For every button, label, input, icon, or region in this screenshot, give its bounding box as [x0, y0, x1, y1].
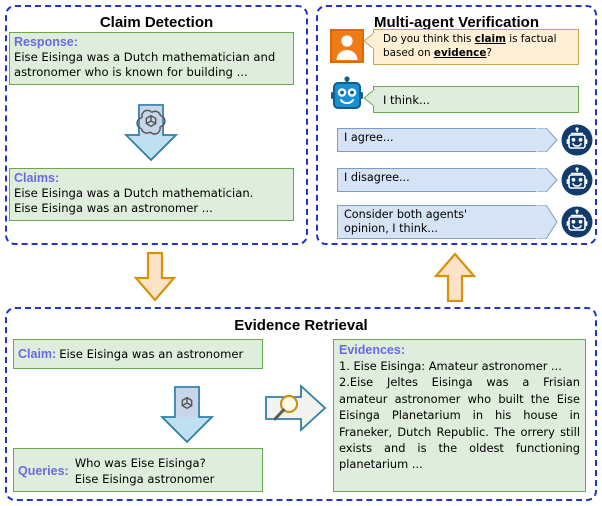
- question-prefix: Do you think this: [383, 33, 475, 45]
- response-box: Response: Eise Eisinga was a Dutch mathe…: [9, 32, 294, 85]
- evidence-retrieval-title: Evidence Retrieval: [234, 317, 368, 334]
- claims-box: Claims: Eise Eisinga was a Dutch mathema…: [9, 168, 294, 221]
- question-keyword-claim: claim: [474, 33, 506, 45]
- queries-label: Queries:: [18, 464, 69, 478]
- bubble-tail-icon: [363, 89, 375, 107]
- robot-circle-icon: [561, 124, 593, 156]
- robot-circle-icon: [561, 164, 593, 196]
- bubble-tail-icon: [536, 128, 558, 152]
- robot-avatar-icon: [327, 76, 367, 114]
- claims-label: Claims:: [14, 171, 60, 185]
- claims-text: Eise Eisinga was a Dutch mathematician. …: [14, 186, 254, 215]
- evidences-label: Evidences:: [339, 343, 406, 357]
- agent-text: I disagree...: [344, 171, 410, 184]
- agent-bubble: Consider both agents' opinion, I think..…: [337, 205, 537, 239]
- agent-text: I agree...: [344, 131, 394, 144]
- response-text: Eise Eisinga was a Dutch mathematician a…: [14, 50, 276, 79]
- claim-label: Claim:: [18, 347, 57, 361]
- openai-logo-icon: [119, 104, 183, 162]
- evidences-box: Evidences: 1. Eise Eisinga: Amateur astr…: [333, 339, 586, 492]
- evidence-item-2: 2.Eise Jeltes Eisinga was a Frisian amat…: [339, 375, 580, 472]
- question-suffix: ?: [486, 47, 492, 59]
- bubble-tail-icon: [536, 205, 558, 239]
- openai-logo-icon: [155, 386, 219, 444]
- claim-box: Claim: Eise Eisinga was an astronomer: [13, 339, 263, 369]
- magnifier-icon: [265, 383, 327, 433]
- agent-text: Consider both agents' opinion, I think..…: [344, 208, 468, 235]
- arrow-down-icon: [134, 252, 176, 302]
- claim-text: Eise Eisinga was an astronomer: [59, 347, 244, 361]
- bubble-tail-icon: [363, 32, 375, 50]
- bubble-tail-icon: [536, 168, 558, 192]
- evidence-item-1: 1. Eise Eisinga: Amateur astronomer ...: [339, 359, 562, 373]
- think-text: I think...: [383, 93, 430, 107]
- user-avatar-icon: [330, 29, 364, 63]
- queries-text: Who was Eise Eisinga? Eise Eisinga astro…: [74, 456, 215, 486]
- queries-box: Queries: Who was Eise Eisinga? Eise Eisi…: [13, 448, 263, 492]
- think-bubble: I think...: [363, 86, 579, 113]
- question-bubble: Do you think this claim is factual based…: [363, 29, 579, 65]
- claim-detection-title: Claim Detection: [99, 14, 214, 31]
- robot-circle-icon: [561, 206, 593, 238]
- agent-bubble: I disagree...: [337, 168, 537, 192]
- question-text: Do you think this claim is factual based…: [383, 32, 573, 60]
- response-label: Response:: [14, 35, 78, 49]
- agent-bubble: I agree...: [337, 128, 537, 152]
- arrow-up-icon: [434, 252, 476, 302]
- question-keyword-evidence: evidence: [433, 47, 487, 59]
